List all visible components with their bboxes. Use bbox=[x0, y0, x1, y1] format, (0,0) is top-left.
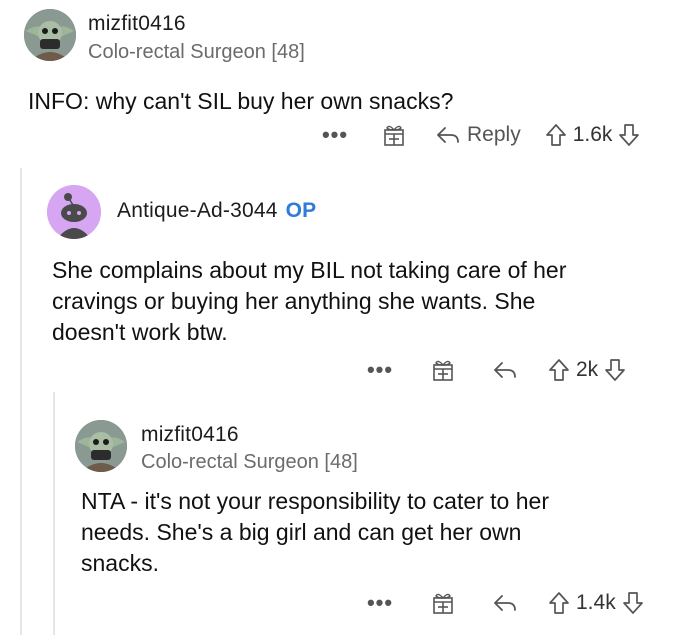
award-button[interactable] bbox=[432, 358, 454, 382]
baby-yoda-avatar-icon bbox=[75, 420, 127, 472]
comment-actions: ••• 2k bbox=[362, 355, 626, 385]
upvote-arrow-icon bbox=[549, 592, 569, 614]
comment-body: INFO: why can't SIL buy her own snacks? bbox=[28, 86, 453, 117]
comment-line: She complains about my BIL not taking ca… bbox=[52, 257, 567, 283]
user-flair: Colo-rectal Surgeon [48] bbox=[141, 451, 358, 473]
more-options-button[interactable]: ••• bbox=[315, 122, 355, 148]
comment-line: NTA - it's not your responsibility to ca… bbox=[81, 488, 549, 514]
upvote-button[interactable] bbox=[548, 358, 570, 382]
downvote-arrow-icon bbox=[605, 359, 626, 381]
award-button[interactable] bbox=[432, 591, 454, 615]
downvote-button[interactable] bbox=[604, 358, 626, 382]
upvote-button[interactable] bbox=[545, 123, 567, 147]
gift-icon bbox=[433, 360, 453, 381]
comment-line: INFO: why can't SIL buy her own snacks? bbox=[28, 88, 454, 114]
username[interactable]: mizfit0416 bbox=[141, 423, 239, 447]
snoo-avatar-icon bbox=[47, 185, 101, 239]
vote-score: 1.4k bbox=[576, 591, 616, 614]
reply-label: Reply bbox=[467, 123, 521, 146]
comment-line: needs. She's a big girl and can get her … bbox=[81, 519, 522, 545]
reply-button[interactable] bbox=[492, 360, 518, 380]
username-row: Antique-Ad-3044 OP bbox=[117, 199, 316, 223]
reply-button[interactable]: Reply bbox=[435, 123, 521, 147]
downvote-arrow-icon bbox=[622, 592, 643, 614]
vote-score: 2k bbox=[576, 358, 599, 381]
comment-line: snacks. bbox=[81, 550, 159, 576]
comment-actions: ••• Reply 1.6k bbox=[315, 120, 640, 150]
avatar[interactable] bbox=[75, 420, 127, 472]
vote-score: 1.6k bbox=[572, 123, 613, 146]
more-options-button[interactable]: ••• bbox=[362, 357, 398, 383]
downvote-button[interactable] bbox=[618, 123, 640, 147]
reply-button[interactable] bbox=[492, 593, 518, 613]
avatar[interactable] bbox=[47, 185, 101, 239]
gift-icon bbox=[433, 593, 453, 614]
username[interactable]: mizfit0416 bbox=[88, 12, 186, 36]
more-options-button[interactable]: ••• bbox=[362, 590, 398, 616]
upvote-arrow-icon bbox=[549, 359, 569, 381]
baby-yoda-avatar-icon bbox=[24, 9, 76, 61]
comment-body: She complains about my BIL not taking ca… bbox=[52, 255, 566, 348]
upvote-button[interactable] bbox=[548, 591, 570, 615]
downvote-button[interactable] bbox=[622, 591, 644, 615]
avatar[interactable] bbox=[24, 9, 76, 61]
thread-line-level2 bbox=[53, 392, 55, 635]
username[interactable]: Antique-Ad-3044 bbox=[117, 199, 278, 222]
gift-icon bbox=[384, 125, 404, 146]
upvote-arrow-icon bbox=[545, 124, 566, 146]
comment-line: cravings or buying her anything she want… bbox=[52, 288, 536, 314]
award-button[interactable] bbox=[383, 123, 405, 147]
downvote-arrow-icon bbox=[619, 124, 640, 146]
reply-arrow-icon bbox=[437, 127, 459, 143]
comment-line: doesn't work btw. bbox=[52, 319, 228, 345]
reply-arrow-icon bbox=[494, 362, 516, 378]
comment-actions: ••• 1.4k bbox=[362, 588, 644, 618]
comment-body: NTA - it's not your responsibility to ca… bbox=[81, 486, 549, 579]
op-badge: OP bbox=[285, 199, 317, 222]
thread-line-level1 bbox=[20, 168, 22, 635]
user-flair: Colo-rectal Surgeon [48] bbox=[88, 41, 305, 63]
reply-arrow-icon bbox=[494, 595, 516, 611]
